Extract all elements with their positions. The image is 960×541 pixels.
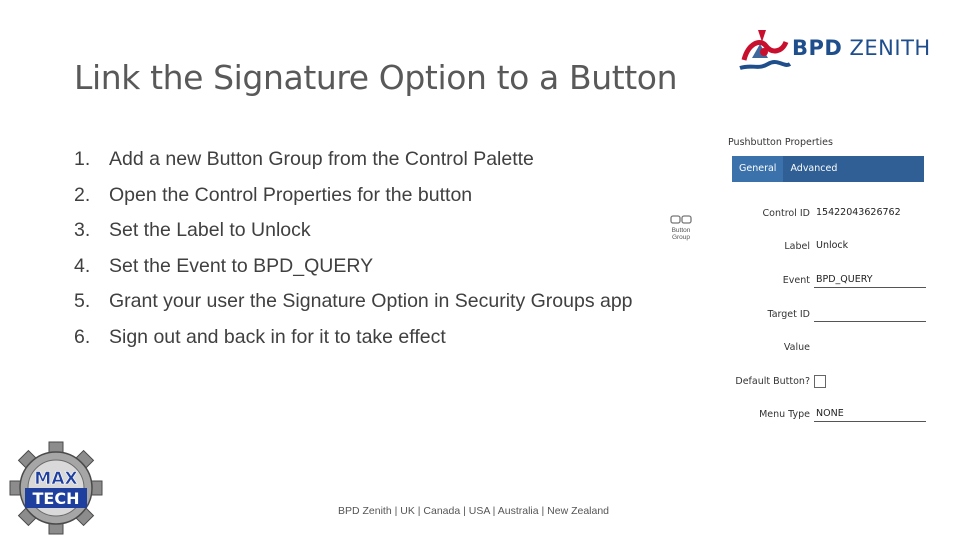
bpd-zenith-logo: BPD ZENITH [738,24,931,76]
value-field[interactable] [814,340,926,354]
tab-bar: General Advanced [732,156,924,182]
max-tech-line1: MAX [34,469,77,489]
value-label: Value [783,342,810,353]
menu-type-row: Menu Type NONE [728,407,926,425]
list-item: 3. Set the Label to Unlock [74,219,311,241]
button-group-glyph-icon [670,215,692,224]
label-field[interactable]: Unlock [814,239,926,253]
bpd-zenith-emblem-icon [739,30,792,70]
label-label: Label [784,241,810,252]
default-button-checkbox[interactable] [814,375,826,388]
tab-general[interactable]: General [732,156,784,182]
list-item: 6. Sign out and back in for it to take ef… [74,325,446,348]
button-group-icon: Button Group [667,215,695,241]
list-item: 2. Open the Control Properties for the bu… [74,183,473,206]
value-row: Value [728,340,926,358]
menu-type-select[interactable]: NONE [814,407,926,422]
event-label: Event [782,275,810,286]
slide-title: Link the Signature Option to a Button [74,58,678,97]
list-item: 4. Set the Event to BPD_QUERY [74,254,374,277]
control-id-field[interactable]: 15422043626762 [814,206,926,220]
menu-type-label: Menu Type [759,409,810,420]
max-tech-line2: TECH [33,489,80,508]
bpd-zenith-wordmark: BPD ZENITH [792,36,931,60]
tab-advanced[interactable]: Advanced [783,156,844,182]
slide-footer: BPD Zenith | UK | Canada | USA | Austral… [338,505,610,517]
target-id-label: Target ID [767,309,810,320]
default-button-label: Default Button? [735,376,810,387]
steps-list: 1. Add a new Button Group from the Contro… [74,146,674,359]
list-item: 1. Add a new Button Group from the Contro… [74,148,534,170]
default-button-row: Default Button? [728,374,926,392]
event-row: Event BPD_QUERY [728,273,926,291]
label-row: Label Unlock [728,239,926,257]
target-id-field[interactable] [814,307,926,322]
max-tech-gear-icon: MAX TECH [9,441,103,535]
pushbutton-properties-panel: Pushbutton Properties General Advanced C… [728,134,926,426]
panel-title: Pushbutton Properties [728,137,833,148]
control-id-row: Control ID 15422043626762 [728,206,926,224]
max-tech-logo: MAX TECH [8,440,104,536]
control-id-label: Control ID [762,208,810,219]
event-field[interactable]: BPD_QUERY [814,273,926,288]
list-item: 5. Grant your user the Signature Option i… [74,290,633,312]
target-id-row: Target ID [728,307,926,325]
